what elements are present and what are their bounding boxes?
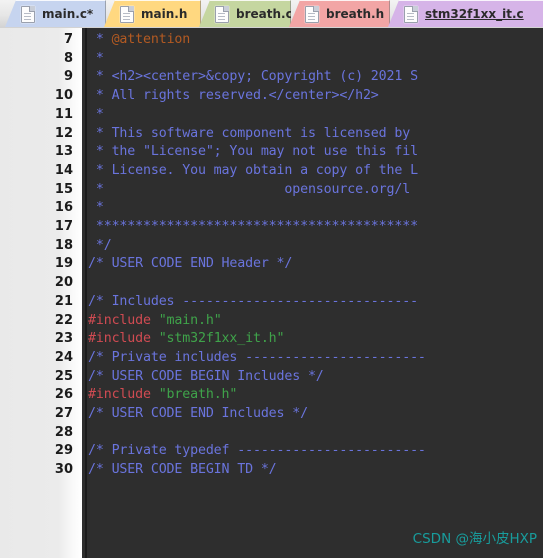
code-line[interactable]: * @attention: [88, 31, 190, 50]
code-line[interactable]: * License. You may obtain a copy of the …: [88, 162, 418, 181]
line-number: 26: [54, 387, 73, 403]
code-line[interactable]: *: [88, 106, 104, 125]
code-line[interactable]: */: [88, 237, 112, 256]
code-line[interactable]: /* Private typedef ---------------------…: [88, 442, 426, 461]
code-line[interactable]: * All rights reserved.</center></h2>: [88, 87, 379, 106]
code-token: * This software component is licensed by: [88, 125, 411, 141]
code-line[interactable]: #include "main.h": [88, 312, 222, 331]
code-line[interactable]: * the "License"; You may not use this fi…: [88, 143, 418, 162]
code-text-area[interactable]: * @attention * * <h2><center>&copy; Copy…: [88, 28, 543, 558]
line-number: 20: [54, 275, 73, 291]
code-line[interactable]: /* USER CODE END Includes */: [88, 405, 308, 424]
line-number: 8: [63, 50, 73, 66]
code-line[interactable]: /* USER CODE BEGIN Includes */: [88, 368, 324, 387]
code-line[interactable]: /* USER CODE BEGIN TD */: [88, 461, 277, 480]
code-token: *: [88, 32, 112, 47]
tab-label: main.c*: [42, 7, 94, 21]
code-token: /* Private includes --------------------…: [88, 349, 426, 365]
code-token: * All rights reserved.</center></h2>: [88, 88, 379, 104]
line-number: 25: [54, 368, 73, 384]
code-line[interactable]: /* Includes ----------------------------…: [88, 293, 418, 312]
code-token: * License. You may obtain a copy of the …: [88, 162, 418, 178]
file-icon: [21, 5, 35, 23]
code-token: ****************************************…: [88, 219, 418, 234]
code-token: #include: [88, 331, 159, 347]
code-token: *: [88, 200, 104, 216]
editor-tab-bar[interactable]: main.c* main.h breath.c breath.h stm32f1xx_i…: [0, 0, 543, 28]
tab-label: breath.c: [236, 7, 293, 21]
line-number: 13: [54, 144, 73, 160]
line-number: 27: [54, 406, 73, 421]
gutter-separator: [85, 28, 87, 558]
tab-label: main.h: [141, 7, 188, 21]
file-icon: [404, 5, 418, 23]
code-token: @attention: [111, 32, 191, 47]
line-number: 14: [54, 162, 73, 178]
code-token: /* Includes ----------------------------…: [88, 293, 418, 309]
code-token: *: [88, 106, 104, 122]
line-number: 9: [63, 69, 73, 85]
code-line[interactable]: #include "stm32f1xx_it.h": [88, 330, 285, 349]
line-number: 15: [54, 181, 73, 197]
line-number: 19: [54, 256, 73, 272]
code-token: /* USER CODE BEGIN Includes */: [88, 368, 324, 384]
code-token: * the "License"; You may not use this fi…: [88, 144, 418, 160]
code-token: */: [88, 237, 112, 253]
code-line[interactable]: * This software component is licensed by: [88, 125, 410, 144]
file-icon: [215, 5, 229, 23]
line-number: 24: [54, 349, 73, 365]
line-number: 17: [54, 219, 73, 234]
editor-tab-main-c[interactable]: main.c*: [5, 0, 106, 27]
line-number: 11: [54, 106, 73, 122]
line-number: 22: [54, 312, 73, 328]
editor-tab-stm32f1xx-it-c[interactable]: stm32f1xx_it.c: [388, 0, 543, 27]
code-token: /* USER CODE END Header */: [88, 256, 293, 272]
code-token: "main.h": [158, 312, 222, 328]
line-number: 23: [54, 331, 73, 347]
file-icon: [305, 5, 319, 23]
code-line[interactable]: /* USER CODE END Header */: [88, 255, 292, 274]
line-number-gutter: 7 8 9 10 11 12 13 14 15 16 17 18 19 20 21 22 23 24 25 26 27 2…: [0, 28, 82, 558]
code-line[interactable]: #include "breath.h": [88, 386, 237, 405]
editor-tab-breath-h[interactable]: breath.h: [289, 0, 390, 27]
line-number: 21: [54, 293, 73, 309]
code-line[interactable]: *: [88, 199, 104, 218]
line-number: 28: [54, 424, 73, 440]
code-token: * <h2><center>&copy; Copyright (c) 2021 …: [88, 69, 418, 85]
code-token: /* USER CODE BEGIN TD */: [88, 462, 277, 478]
code-token: /* USER CODE END Includes */: [88, 406, 308, 421]
line-number: 29: [54, 443, 73, 459]
code-token: #include: [88, 387, 159, 403]
tab-label: breath.h: [326, 7, 385, 21]
line-number: 7: [63, 32, 73, 47]
file-icon: [120, 5, 134, 23]
line-number: 12: [54, 125, 73, 141]
line-number: 30: [54, 462, 73, 478]
line-number: 16: [54, 200, 73, 216]
code-line[interactable]: /* Private includes --------------------…: [88, 349, 426, 368]
line-number: 10: [54, 88, 73, 104]
code-token: #include: [88, 312, 159, 328]
code-token: /* Private typedef ---------------------…: [88, 443, 426, 459]
code-token: *: [88, 50, 104, 66]
code-token: "breath.h": [158, 387, 238, 403]
code-token: * opensource.org/l: [88, 181, 411, 197]
code-line[interactable]: ****************************************…: [88, 218, 418, 237]
editor-tab-main-h[interactable]: main.h: [104, 0, 201, 27]
tab-label: stm32f1xx_it.c: [425, 7, 524, 21]
code-line[interactable]: * <h2><center>&copy; Copyright (c) 2021 …: [88, 68, 418, 87]
editor-tab-breath-c[interactable]: breath.c: [199, 0, 291, 27]
line-number: 18: [54, 237, 73, 253]
code-token: "stm32f1xx_it.h": [158, 331, 285, 347]
code-editor[interactable]: 7 8 9 10 11 12 13 14 15 16 17 18 19 20 21 22 23 24 25 26 27 2…: [0, 28, 543, 558]
code-line[interactable]: * opensource.org/l: [88, 181, 410, 200]
code-line[interactable]: *: [88, 50, 104, 69]
